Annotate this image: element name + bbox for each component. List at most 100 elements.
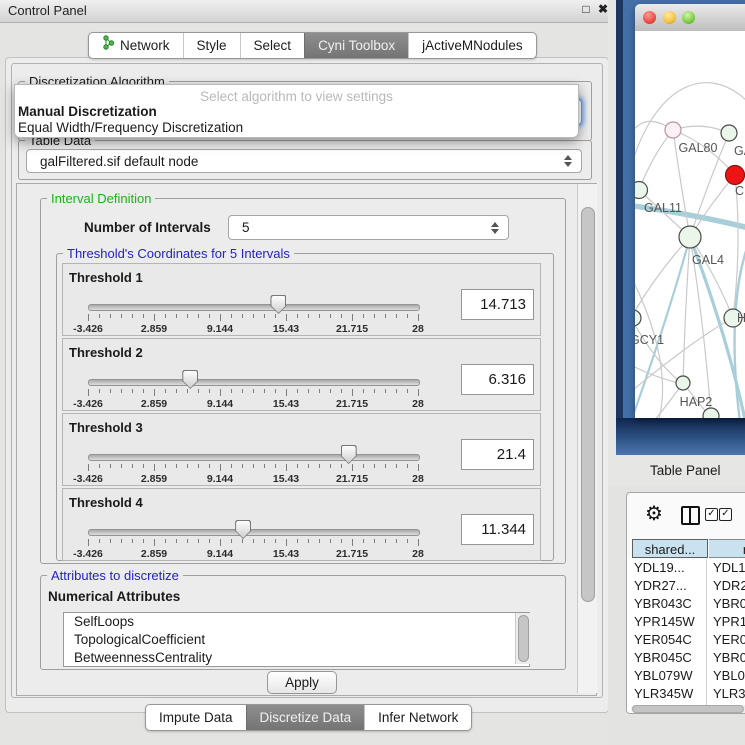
table-row[interactable]: YBL079WYBL0 [627,667,745,685]
tick-mark [110,464,111,468]
table-row[interactable]: YER054CYER0 [627,631,745,649]
tick-label: 15.43 [256,398,316,410]
tick-mark [308,539,309,543]
network-node[interactable] [679,226,701,248]
network-node[interactable] [703,408,719,418]
checkbox-icon[interactable]: ✓ [705,508,718,521]
attribute-item[interactable]: BetweennessCentrality [64,649,529,667]
tick-mark [275,539,276,543]
table-row[interactable]: YLR345WYLR3 [627,685,745,703]
tab-network[interactable]: Network [89,33,183,58]
tick-mark [88,389,89,396]
network-node[interactable] [721,125,737,141]
apply-button[interactable]: Apply [267,671,337,694]
threshold-value-field[interactable]: 11.344 [461,514,534,545]
tick-mark [231,389,232,393]
slider-track[interactable] [88,529,420,536]
column-header-name[interactable]: n [709,539,745,558]
cell-name: YBL0 [709,667,745,685]
tab-cyni-toolbox[interactable]: Cyni Toolbox [304,33,408,58]
tick-mark [396,464,397,468]
attribute-item[interactable]: TopologicalCoefficient [64,631,529,649]
table-row[interactable]: YPR145WYPR1 [627,613,745,631]
slider-track[interactable] [88,454,420,461]
checkbox-icon[interactable]: ✓ [719,508,732,521]
network-node[interactable] [676,376,690,390]
slider-thumb[interactable] [235,520,251,539]
tick-mark [209,539,210,543]
column-header-shared-name[interactable]: shared... [632,539,708,558]
table-row[interactable]: YDL19...YDL1 [627,559,745,577]
gear-icon[interactable]: ⚙ [645,501,663,526]
tick-label: 9.144 [190,323,250,335]
tick-mark [341,314,342,318]
mac-zoom-icon[interactable] [682,11,695,24]
network-window-titlebar[interactable] [635,4,745,32]
tick-mark [396,539,397,543]
cell-name: YBR0 [709,595,745,613]
tick-mark [352,389,353,396]
slider-thumb[interactable] [182,370,198,389]
tick-mark [297,314,298,318]
table-hscrollbar-thumb[interactable] [632,705,744,713]
tick-mark [418,539,419,546]
tick-mark [187,464,188,468]
tick-label: 21.715 [322,473,382,485]
popup-option[interactable]: Manual Discretization [18,104,157,119]
cell-shared-name: YBR043C [632,595,707,613]
slider-track[interactable] [88,304,420,311]
network-node[interactable] [665,122,681,138]
attribute-item[interactable]: SelfLoops [64,613,529,631]
settings-scrollbar-thumb[interactable] [581,207,595,602]
tick-mark [286,314,287,321]
network-node[interactable] [635,182,648,199]
settings-scrollbar[interactable] [577,184,597,693]
attributes-scrollbar[interactable] [515,613,530,664]
table-row[interactable]: YBR043CYBR0 [627,595,745,613]
num-intervals-label: Number of Intervals [84,215,211,241]
tick-mark [374,464,375,468]
tab-infer-network[interactable]: Infer Network [364,705,471,730]
mac-close-icon[interactable] [643,11,656,24]
tab-impute-data[interactable]: Impute Data [146,705,246,730]
tick-mark [88,539,89,546]
tab-discretize-data[interactable]: Discretize Data [246,705,365,730]
slider-thumb[interactable] [270,295,286,314]
network-node[interactable] [726,166,745,185]
num-intervals-combobox[interactable]: 5 [228,215,509,240]
threshold-value-field[interactable]: 6.316 [461,364,534,395]
tick-mark [253,389,254,393]
tick-mark [242,464,243,468]
network-node[interactable] [635,310,641,326]
mac-minimize-icon[interactable] [663,11,676,24]
tick-mark [330,389,331,393]
tick-mark [286,389,287,396]
tick-mark [231,539,232,543]
threshold-value-field[interactable]: 21.4 [461,439,534,470]
interval-definition-label: Interval Definition [47,191,155,206]
attributes-scrollbar-thumb[interactable] [518,615,529,662]
network-canvas[interactable]: GAL80GAGAL11CGAL4GCY1HHAP2 [635,31,745,418]
table-data-combobox[interactable]: galFiltered.sif default node [26,149,582,173]
table-hscrollbar[interactable] [631,705,745,713]
threshold-value-field[interactable]: 14.713 [461,289,534,320]
table-row[interactable]: YBR045CYBR0 [627,649,745,667]
network-edge [635,318,679,381]
slider-track[interactable] [88,379,420,386]
node-table: shared... n YDL19...YDL1YDR27...YDR2YBR0… [627,539,745,705]
tick-mark [418,314,419,321]
tick-mark [242,389,243,393]
tick-mark [385,464,386,468]
columns-icon[interactable] [681,506,700,525]
table-row[interactable]: YDR27...YDR2 [627,577,745,595]
popup-option[interactable]: Equal Width/Frequency Discretization [18,120,243,135]
float-window-icon[interactable]: □ [578,2,594,18]
tab-jactivemnodules[interactable]: jActiveMNodules [408,33,536,58]
tab-style[interactable]: Style [183,33,240,58]
slider-thumb[interactable] [341,445,357,464]
tab-select[interactable]: Select [240,33,305,58]
tick-mark [154,464,155,471]
tick-mark [132,464,133,468]
tick-mark [187,539,188,543]
table-toolbar: ⚙ ✓ ✓ [627,493,745,537]
